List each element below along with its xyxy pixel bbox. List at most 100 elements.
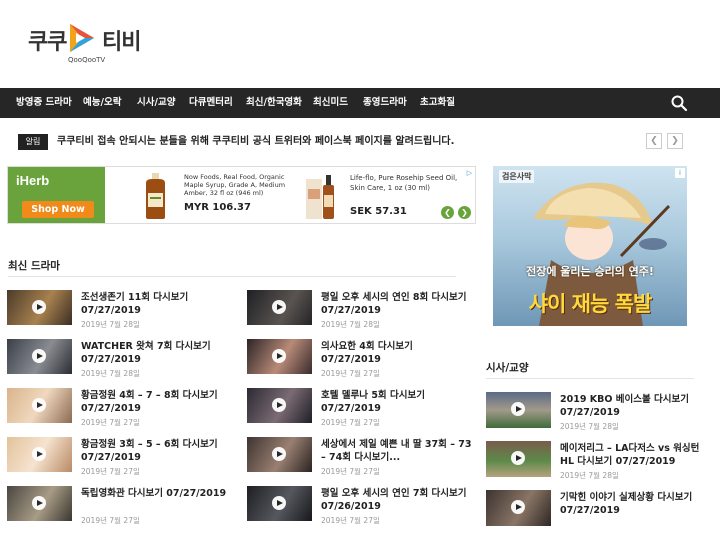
logo-text-left: 쿠쿠 bbox=[28, 30, 67, 55]
sisa-divider bbox=[486, 378, 694, 379]
video-thumbnail[interactable] bbox=[7, 339, 72, 374]
play-icon bbox=[272, 398, 286, 412]
main-nav: 방영중 드라마 예능/오락 시사/교양 다큐멘터리 최신/한국영화 최신미드 종… bbox=[0, 88, 720, 118]
video-thumbnail[interactable] bbox=[486, 490, 551, 526]
iherb-logo: iHerb bbox=[16, 173, 50, 188]
play-icon bbox=[511, 402, 525, 416]
list-item[interactable]: 의사요한 4회 다시보기 07/27/2019 2019년 7월 27일 bbox=[247, 339, 477, 383]
rosehip-oil-bottle-image bbox=[306, 175, 334, 219]
item-title[interactable]: WATCHER 왓쳐 7회 다시보기 07/27/2019 bbox=[81, 340, 233, 366]
play-icon bbox=[272, 496, 286, 510]
item-date: 2019년 7월 27일 bbox=[321, 516, 380, 525]
shop-now-button[interactable]: Shop Now bbox=[22, 201, 94, 218]
video-thumbnail[interactable] bbox=[486, 392, 551, 428]
list-item[interactable]: 2019 KBO 베이스볼 다시보기 07/27/2019 2019년 7월 2… bbox=[486, 392, 696, 436]
item-title[interactable]: 평일 오후 세시의 연인 7회 다시보기 07/26/2019 bbox=[321, 487, 473, 513]
video-thumbnail[interactable] bbox=[486, 441, 551, 477]
ad-choices-icon[interactable]: ▷ bbox=[464, 168, 475, 179]
item-title[interactable]: 2019 KBO 베이스볼 다시보기 07/27/2019 bbox=[560, 393, 700, 419]
game-ad-subtitle: 전장에 울리는 승리의 연주! bbox=[526, 265, 654, 278]
nav-item-korean-movie[interactable]: 최신/한국영화 bbox=[246, 88, 302, 118]
item-title[interactable]: 황금정원 3회 – 5 – 6회 다시보기 07/27/2019 bbox=[81, 438, 233, 464]
nav-item-variety[interactable]: 예능/오락 bbox=[83, 88, 121, 118]
play-icon bbox=[32, 496, 46, 510]
item-title[interactable]: 평일 오후 세시의 연인 8회 다시보기 07/27/2019 bbox=[321, 291, 473, 317]
list-item[interactable]: 평일 오후 세시의 연인 7회 다시보기 07/26/2019 2019년 7월… bbox=[247, 486, 477, 530]
list-item[interactable]: 황금정원 3회 – 5 – 6회 다시보기 07/27/2019 2019년 7… bbox=[7, 437, 237, 481]
item-date: 2019년 7월 27일 bbox=[321, 467, 380, 476]
game-banner-ad[interactable]: 검은사막 i 전장에 울리는 승리의 연주! 샤이 재능 폭발 bbox=[493, 166, 687, 326]
item-date: 2019년 7월 27일 bbox=[321, 369, 380, 378]
search-icon[interactable] bbox=[670, 94, 688, 112]
list-item[interactable]: 조선생존기 11회 다시보기 07/27/2019 2019년 7월 28일 bbox=[7, 290, 237, 334]
play-icon bbox=[32, 300, 46, 314]
nav-item-us-drama[interactable]: 최신미드 bbox=[313, 88, 348, 118]
ad-info-icon[interactable]: i bbox=[675, 168, 685, 178]
product-1-price: MYR 106.37 bbox=[184, 202, 251, 213]
ad-prev-icon[interactable]: ❮ bbox=[441, 206, 454, 219]
item-title[interactable]: 황금정원 4회 – 7 – 8회 다시보기 07/27/2019 bbox=[81, 389, 233, 415]
list-item[interactable]: WATCHER 왓쳐 7회 다시보기 07/27/2019 2019년 7월 2… bbox=[7, 339, 237, 383]
item-date: 2019년 7월 27일 bbox=[321, 418, 380, 427]
notice-ticker: 알림 쿠쿠티비 접속 안되시는 분들을 위해 쿠쿠티비 공식 트위터와 페이스북… bbox=[0, 118, 720, 164]
play-icon bbox=[511, 451, 525, 465]
play-icon bbox=[272, 349, 286, 363]
nav-item-documentary[interactable]: 다큐멘터리 bbox=[189, 88, 233, 118]
site-header: 쿠쿠 티비 QooQooTV bbox=[0, 0, 720, 88]
video-thumbnail[interactable] bbox=[7, 437, 72, 472]
list-item[interactable]: 독립영화관 다시보기 07/27/2019 2019년 7월 27일 bbox=[7, 486, 237, 530]
game-logo: 검은사막 bbox=[499, 170, 535, 183]
item-title[interactable]: 조선생존기 11회 다시보기 07/27/2019 bbox=[81, 291, 233, 317]
notice-badge: 알림 bbox=[18, 134, 48, 150]
play-icon bbox=[511, 500, 525, 514]
video-thumbnail[interactable] bbox=[7, 388, 72, 423]
list-item[interactable]: 메이저리그 – LA다저스 vs 워싱턴 HL 다시보기 07/27/2019 … bbox=[486, 441, 699, 485]
item-title[interactable]: 기막힌 이야기 실제상황 다시보기 07/27/2019 bbox=[560, 491, 700, 517]
list-item[interactable]: 기막힌 이야기 실제상황 다시보기 07/27/2019 bbox=[486, 490, 696, 534]
product-2-price: SEK 57.31 bbox=[350, 206, 407, 217]
list-item[interactable]: 호텔 델루나 5회 다시보기 07/27/2019 2019년 7월 27일 bbox=[247, 388, 477, 432]
iherb-banner-ad[interactable]: iHerb Shop Now Now Foods, Real Food, Org… bbox=[7, 166, 476, 224]
item-date: 2019년 7월 27일 bbox=[81, 516, 140, 525]
play-icon bbox=[32, 349, 46, 363]
list-item[interactable]: 세상에서 제일 예쁜 내 딸 37회 – 73 – 74회 다시보기... 20… bbox=[247, 437, 477, 481]
notice-text[interactable]: 쿠쿠티비 접속 안되시는 분들을 위해 쿠쿠티비 공식 트위터와 페이스북 페이… bbox=[57, 134, 454, 150]
play-icon bbox=[32, 398, 46, 412]
ad-next-icon[interactable]: ❯ bbox=[458, 206, 471, 219]
item-title[interactable]: 호텔 델루나 5회 다시보기 07/27/2019 bbox=[321, 389, 473, 415]
item-title[interactable]: 세상에서 제일 예쁜 내 딸 37회 – 73 – 74회 다시보기... bbox=[321, 438, 473, 464]
item-date: 2019년 7월 28일 bbox=[81, 320, 140, 329]
video-thumbnail[interactable] bbox=[247, 486, 312, 521]
iherb-brand-panel: iHerb Shop Now bbox=[8, 167, 105, 223]
nav-item-current-affairs[interactable]: 시사/교양 bbox=[137, 88, 175, 118]
ticker-prev-button[interactable]: ❮ bbox=[646, 133, 662, 149]
video-thumbnail[interactable] bbox=[247, 339, 312, 374]
item-title[interactable]: 메이저리그 – LA다저스 vs 워싱턴 HL 다시보기 07/27/2019 bbox=[560, 442, 700, 468]
list-item[interactable]: 평일 오후 세시의 연인 8회 다시보기 07/27/2019 2019년 7월… bbox=[247, 290, 477, 334]
item-title[interactable]: 의사요한 4회 다시보기 07/27/2019 bbox=[321, 340, 473, 366]
play-icon bbox=[272, 300, 286, 314]
video-thumbnail[interactable] bbox=[247, 388, 312, 423]
video-thumbnail[interactable] bbox=[7, 486, 72, 521]
item-date: 2019년 7월 27일 bbox=[81, 467, 140, 476]
play-icon bbox=[272, 447, 286, 461]
video-thumbnail[interactable] bbox=[247, 290, 312, 325]
item-title[interactable]: 독립영화관 다시보기 07/27/2019 bbox=[81, 487, 233, 500]
ticker-next-button[interactable]: ❯ bbox=[667, 133, 683, 149]
item-date: 2019년 7월 28일 bbox=[81, 369, 140, 378]
maple-syrup-bottle-image bbox=[146, 173, 165, 219]
site-logo[interactable]: 쿠쿠 티비 QooQooTV bbox=[28, 18, 148, 68]
play-icon bbox=[32, 447, 46, 461]
item-date: 2019년 7월 27일 bbox=[81, 418, 140, 427]
recent-drama-heading: 최신 드라마 bbox=[8, 260, 60, 272]
logo-text-right: 티비 bbox=[102, 30, 141, 55]
video-thumbnail[interactable] bbox=[247, 437, 312, 472]
item-date: 2019년 7월 28일 bbox=[560, 471, 619, 480]
nav-item-airing-drama[interactable]: 방영중 드라마 bbox=[16, 88, 72, 118]
nav-item-uhd[interactable]: 초고화질 bbox=[420, 88, 455, 118]
list-item[interactable]: 황금정원 4회 – 7 – 8회 다시보기 07/27/2019 2019년 7… bbox=[7, 388, 237, 432]
game-ad-headline: 샤이 재능 폭발 bbox=[528, 292, 653, 316]
logo-subtitle: QooQooTV bbox=[68, 56, 106, 64]
video-thumbnail[interactable] bbox=[7, 290, 72, 325]
nav-item-ended-drama[interactable]: 종영드라마 bbox=[363, 88, 407, 118]
